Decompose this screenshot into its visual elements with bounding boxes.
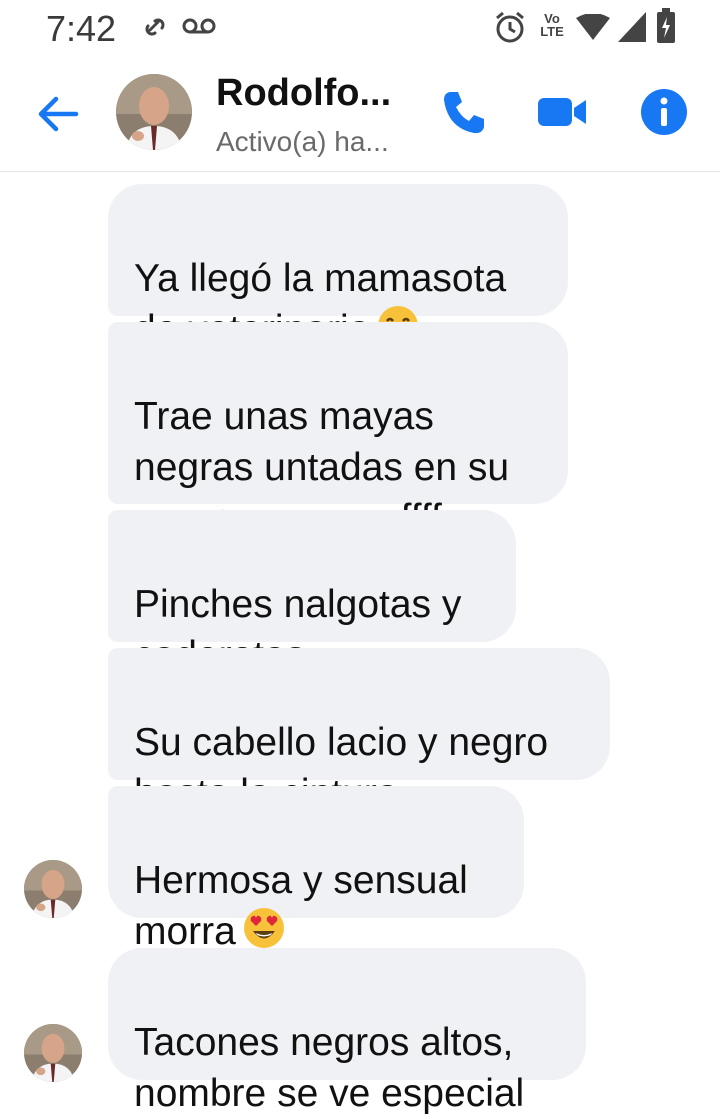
info-icon[interactable]: [636, 84, 692, 140]
video-call-icon[interactable]: [534, 84, 590, 140]
volte-label-bottom: LTE: [540, 24, 564, 39]
message-bubble[interactable]: Tacones negros altos, nombre se ve espec…: [108, 948, 586, 1115]
contact-name[interactable]: Rodolfo...: [216, 72, 391, 115]
message-text: Hermosa y sensual morra: [134, 859, 468, 953]
status-bar: 7:42 Vo LTE: [0, 0, 720, 56]
message-bubble[interactable]: Hermosa y sensual morra: [108, 786, 524, 953]
contact-status: Activo(a) ha...: [216, 126, 389, 157]
message-bubble[interactable]: Ya llegó la mamasota de veterinaria: [108, 184, 568, 351]
voicemail-icon: [182, 18, 216, 34]
conversation-header: Rodolfo... Activo(a) ha...: [0, 56, 720, 172]
message-bubble[interactable]: Pinches nalgotas y caderotas: [108, 510, 516, 677]
status-time: 7:42: [46, 8, 117, 49]
battery-charging-icon: [657, 8, 675, 43]
sender-avatar[interactable]: [24, 1024, 82, 1082]
back-arrow-icon[interactable]: [30, 86, 86, 142]
message-bubble[interactable]: Su cabello lacio y negro hasta la cintur…: [108, 648, 610, 815]
sender-avatar[interactable]: [24, 860, 82, 918]
wifi-icon: [576, 14, 610, 40]
contact-avatar[interactable]: [116, 74, 192, 150]
volte-indicator: Vo LTE: [538, 12, 566, 38]
message-bubble[interactable]: Trae unas mayas negras untadas en su cue…: [108, 322, 568, 540]
heart-eyes-emoji: [243, 908, 284, 948]
signal-icon: [618, 12, 646, 42]
message-text: Tacones negros altos, nombre se ve espec…: [134, 1021, 525, 1115]
phone-call-icon[interactable]: [436, 84, 492, 140]
alarm-icon: [496, 11, 524, 43]
link-icon: [145, 18, 165, 36]
